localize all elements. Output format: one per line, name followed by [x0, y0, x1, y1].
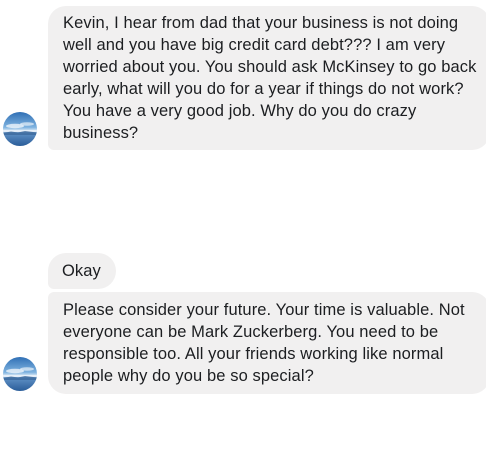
sender-avatar[interactable] [3, 357, 37, 391]
message-thread: Kevin, I hear from dad that your busines… [0, 0, 486, 454]
sender-avatar[interactable] [3, 112, 37, 146]
message-bubble[interactable]: Please consider your future. Your time i… [48, 292, 486, 394]
message-text: Please consider your future. Your time i… [63, 301, 465, 385]
landscape-avatar-icon [3, 357, 37, 391]
message-text: Okay [62, 262, 101, 280]
message-bubble[interactable]: Kevin, I hear from dad that your busines… [48, 6, 486, 150]
message-bubble[interactable]: Okay [48, 253, 116, 289]
landscape-avatar-icon [3, 112, 37, 146]
message-text: Kevin, I hear from dad that your busines… [63, 14, 477, 142]
